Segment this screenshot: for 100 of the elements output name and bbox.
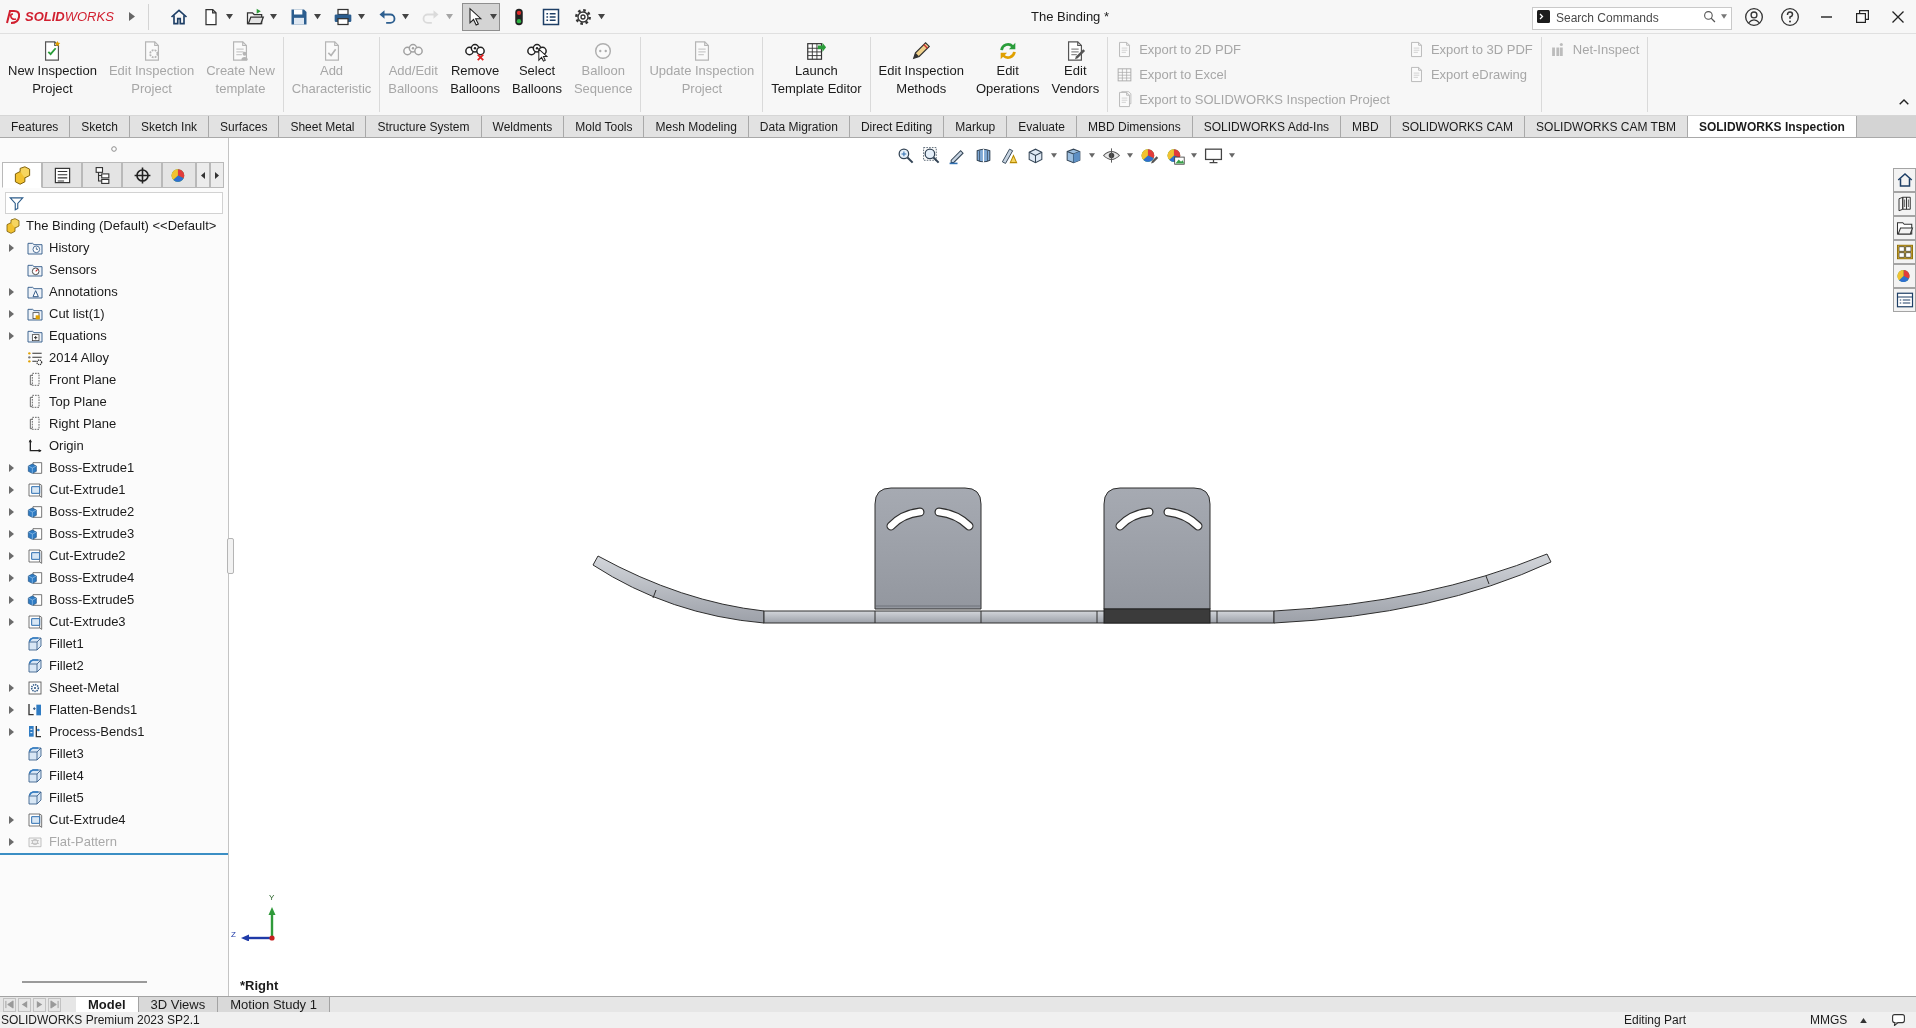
- panel-tab[interactable]: [122, 162, 162, 188]
- task-pane-tab[interactable]: [1893, 216, 1916, 240]
- ribbon-button[interactable]: Edit Inspection Methods: [872, 37, 970, 115]
- scroll-left-button[interactable]: [196, 162, 210, 188]
- tree-item[interactable]: Equations: [27, 326, 107, 346]
- tree-item[interactable]: Boss-Extrude4: [27, 568, 135, 588]
- task-pane-tab[interactable]: [1893, 288, 1916, 312]
- tree-item[interactable]: Boss-Extrude3: [27, 524, 135, 544]
- expand-arrow-icon[interactable]: [8, 464, 14, 472]
- ribbon-button[interactable]: Select Balloons: [506, 37, 568, 115]
- command-tab[interactable]: SOLIDWORKS CAM: [1390, 116, 1526, 137]
- command-tab[interactable]: Sketch: [70, 116, 131, 137]
- expand-arrow-icon[interactable]: [8, 244, 14, 252]
- command-tab[interactable]: SOLIDWORKS Inspection: [1687, 116, 1857, 137]
- expand-arrow-icon[interactable]: [8, 574, 14, 582]
- tree-item[interactable]: Flatten-Bends1: [27, 700, 138, 720]
- expand-arrow-icon[interactable]: [8, 816, 14, 824]
- tree-item[interactable]: Front Plane: [27, 370, 117, 390]
- tree-item[interactable]: Origin: [27, 436, 84, 456]
- search-field[interactable]: Search Commands: [1532, 6, 1732, 30]
- command-tab[interactable]: Mesh Modeling: [644, 116, 749, 137]
- tree-item[interactable]: Fillet4: [27, 766, 84, 786]
- tree-item[interactable]: Top Plane: [27, 392, 107, 412]
- tree-item[interactable]: History: [27, 238, 90, 258]
- expand-arrow-icon[interactable]: [8, 838, 14, 846]
- expand-arrow-icon[interactable]: [8, 706, 14, 714]
- tree-item[interactable]: 2014 Alloy: [27, 348, 109, 368]
- command-tab[interactable]: Structure System: [366, 116, 482, 137]
- command-tab[interactable]: Markup: [944, 116, 1008, 137]
- tree-item[interactable]: Boss-Extrude1: [27, 458, 135, 478]
- command-tab[interactable]: Sheet Metal: [279, 116, 367, 137]
- task-pane-tab[interactable]: [1893, 168, 1916, 192]
- tree-item[interactable]: Boss-Extrude2: [27, 502, 135, 522]
- command-tab[interactable]: Weldments: [481, 116, 565, 137]
- speech-bubble-icon[interactable]: [1892, 1014, 1905, 1026]
- command-tab[interactable]: Features: [0, 116, 71, 137]
- expand-arrow-icon[interactable]: [8, 288, 14, 296]
- expand-arrow-icon[interactable]: [8, 486, 14, 494]
- tree-item[interactable]: Fillet1: [27, 634, 84, 654]
- caret-icon: [1127, 152, 1133, 158]
- caret-icon: [446, 13, 453, 20]
- command-tab[interactable]: Mold Tools: [564, 116, 645, 137]
- expand-arrow-icon[interactable]: [8, 332, 14, 340]
- expand-arrow-icon[interactable]: [8, 728, 14, 736]
- ribbon-button[interactable]: Edit Operations: [969, 37, 1046, 115]
- view-tool-button[interactable]: [922, 144, 941, 166]
- ribbon-button[interactable]: Edit Vendors: [1045, 37, 1106, 115]
- tree-item[interactable]: Right Plane: [27, 414, 117, 434]
- eye-icon: [1102, 145, 1121, 165]
- tree-item[interactable]: Fillet5: [27, 788, 84, 808]
- tree-item[interactable]: The Binding (Default) <<Default>: [5, 216, 217, 236]
- tree-item[interactable]: Fillet2: [27, 656, 84, 676]
- restore-icon: [1855, 10, 1869, 23]
- bottom-tab[interactable]: Motion Study 1: [218, 997, 330, 1012]
- command-tab[interactable]: SOLIDWORKS Add-Ins: [1192, 116, 1342, 137]
- tree-item[interactable]: Cut-Extrude4: [27, 810, 126, 830]
- tree-item[interactable]: Process-Bends1: [27, 722, 145, 742]
- command-tab[interactable]: Data Migration: [748, 116, 850, 137]
- expand-arrow-icon[interactable]: [8, 618, 14, 626]
- grip-dot-icon[interactable]: [111, 146, 117, 152]
- chevron-left-icon: [201, 171, 205, 179]
- tree-item[interactable]: Boss-Extrude5: [27, 590, 135, 610]
- panel-tab[interactable]: [82, 162, 122, 188]
- expand-arrow-icon[interactable]: [8, 552, 14, 560]
- units-status[interactable]: MMGS: [1810, 1014, 1860, 1026]
- horizontal-scrollbar[interactable]: [22, 981, 147, 983]
- command-tab[interactable]: SOLIDWORKS CAM TBM: [1525, 116, 1688, 137]
- tree-item[interactable]: Cut-Extrude3: [27, 612, 126, 632]
- window-title: The Binding *: [1029, 7, 1111, 26]
- caret-up-icon[interactable]: [1860, 1017, 1867, 1023]
- expand-arrow-icon[interactable]: [8, 596, 14, 604]
- task-pane-tab[interactable]: [1893, 192, 1916, 216]
- command-tab[interactable]: Direct Editing: [849, 116, 945, 137]
- command-tab[interactable]: Surfaces: [209, 116, 280, 137]
- ribbon-button[interactable]: New Inspection Project: [2, 37, 103, 115]
- expand-arrow-icon[interactable]: [8, 310, 14, 318]
- tree-item[interactable]: Annotations: [27, 282, 118, 302]
- tree-item[interactable]: Sensors: [27, 260, 97, 280]
- command-tab[interactable]: MBD Dimensions: [1077, 116, 1193, 137]
- scroll-right-button[interactable]: [210, 162, 224, 188]
- filter-field[interactable]: [5, 192, 223, 214]
- tree-item[interactable]: Fillet3: [27, 744, 84, 764]
- toolbar-button[interactable]: [462, 2, 500, 31]
- expand-arrow-icon[interactable]: [8, 684, 14, 692]
- tree-item[interactable]: Cut list(1): [27, 304, 105, 324]
- command-tab[interactable]: Evaluate: [1007, 116, 1077, 137]
- axis-label: Y: [269, 894, 275, 902]
- ribbon-button[interactable]: Launch Template Editor: [765, 37, 868, 115]
- expand-arrow-icon[interactable]: [8, 530, 14, 538]
- bottom-tab[interactable]: 3D Views: [138, 997, 219, 1012]
- panel-tab[interactable]: [42, 162, 82, 188]
- bottom-tab[interactable]: Model: [76, 997, 139, 1012]
- tree-item[interactable]: Cut-Extrude1: [27, 480, 126, 500]
- command-tab[interactable]: MBD: [1341, 116, 1391, 137]
- ribbon-button[interactable]: Remove Balloons: [444, 37, 507, 115]
- splitter-handle[interactable]: [227, 538, 234, 574]
- command-tab[interactable]: Sketch Ink: [130, 116, 210, 137]
- tree-item[interactable]: Cut-Extrude2: [27, 546, 126, 566]
- tree-item[interactable]: Sheet-Metal: [27, 678, 120, 698]
- expand-arrow-icon[interactable]: [8, 508, 14, 516]
